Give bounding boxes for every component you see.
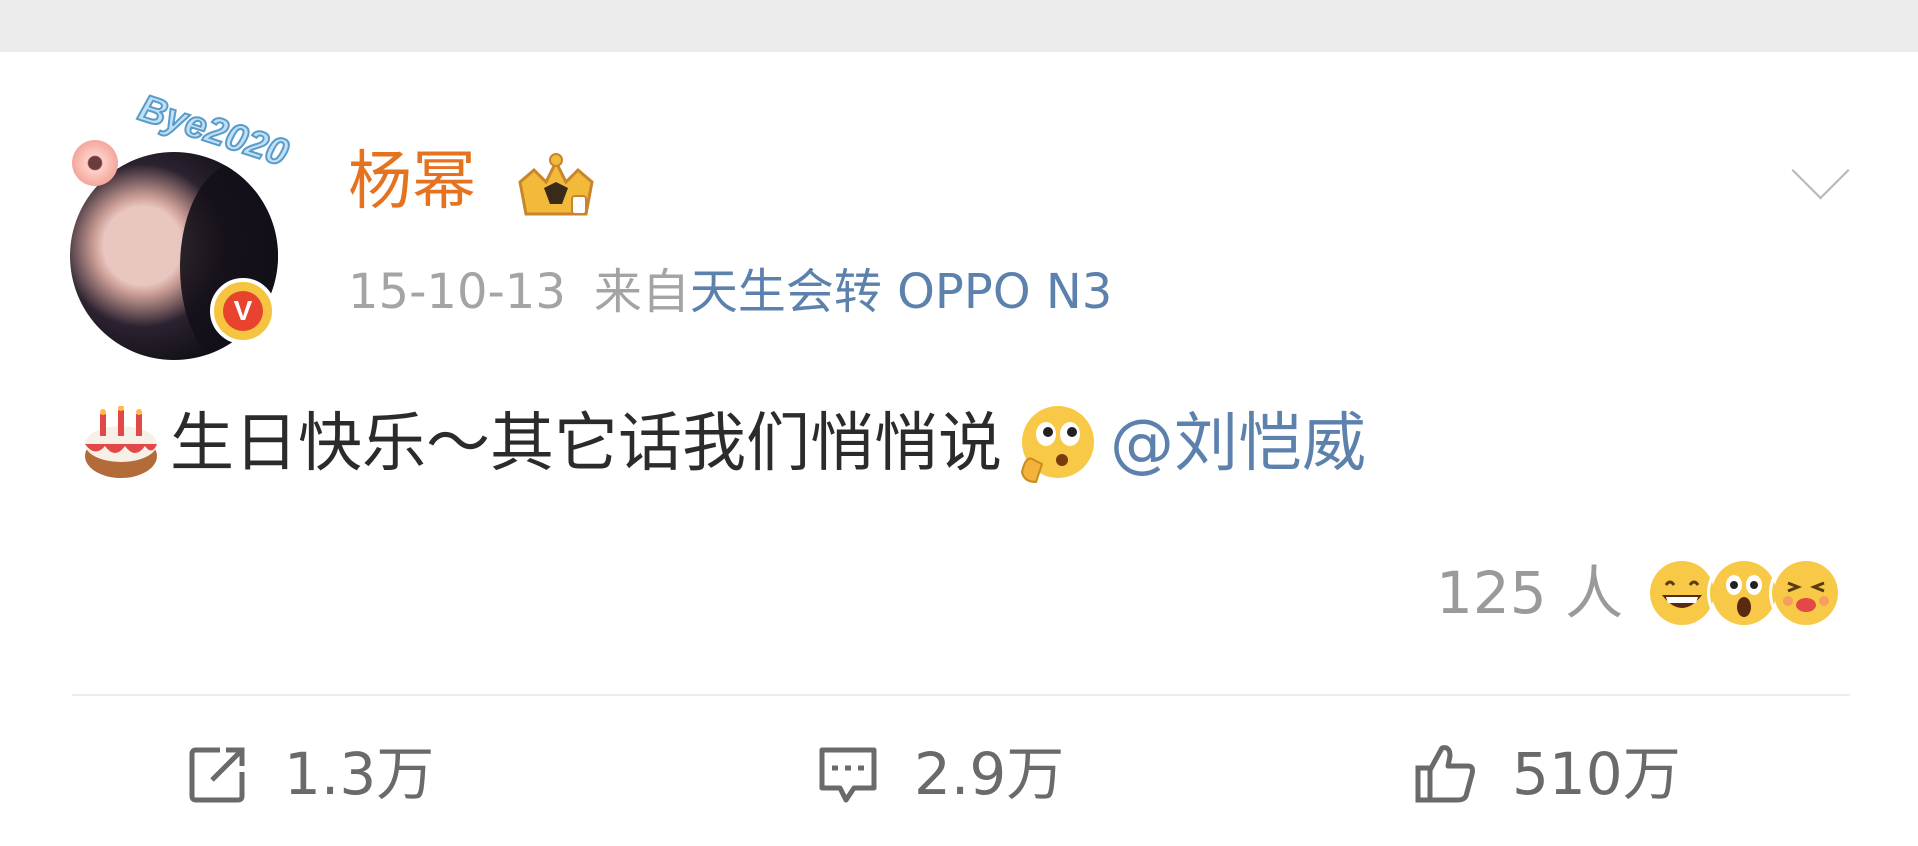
repost-button[interactable]: 1.3万 [184,740,434,808]
avatar[interactable]: Bye2020 V [66,86,296,360]
source-prefix: 来自 [593,264,690,320]
author-name[interactable]: 杨幂 [348,150,476,214]
like-count: 510万 [1512,740,1681,808]
thinking-emoji [1020,406,1094,484]
comment-button[interactable]: 2.9万 [814,740,1064,808]
divider [72,694,1850,696]
repost-icon [189,747,245,803]
post-content: 生日快乐～其它话我们悄悄说 @刘恺威 [80,402,1366,486]
top-bar [0,0,1918,52]
verified-badge: V [210,278,276,344]
post-text: 生日快乐～其它话我们悄悄说 [170,407,1002,481]
comment-icon [819,747,877,803]
like-button[interactable]: 510万 [1412,740,1681,808]
crown-icon [518,153,594,216]
verified-badge-letter: V [223,291,263,331]
cake-emoji [85,406,157,478]
reactions-summary[interactable]: 125 人 [1436,556,1844,630]
mention-link[interactable]: @刘恺威 [1110,412,1366,476]
avatar-frame-flower [72,140,118,186]
kiss-emoji [1769,556,1844,630]
like-icon [1415,745,1475,803]
post-date: 15-10-13 [348,264,566,320]
reaction-count: 125 人 [1436,559,1624,627]
comment-count: 2.9万 [914,740,1065,808]
post-actions: 1.3万 2.9万 510万 [0,740,1918,830]
post-meta: 15-10-13 来自天生会转 OPPO N3 [348,268,1112,316]
repost-count: 1.3万 [284,740,435,808]
source-device-link[interactable]: 天生会转 OPPO N3 [690,264,1112,320]
